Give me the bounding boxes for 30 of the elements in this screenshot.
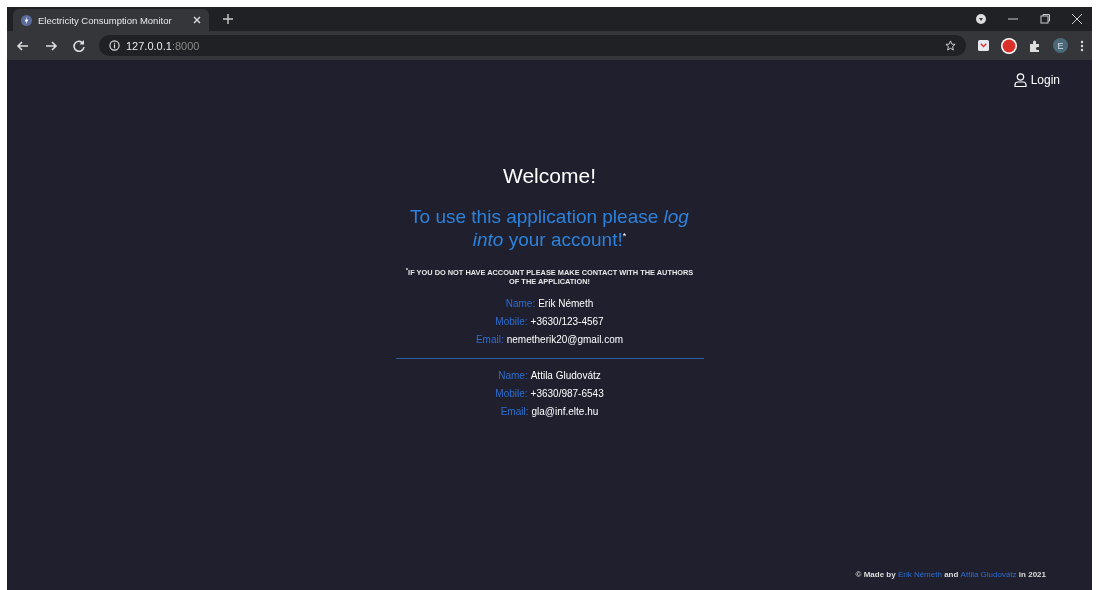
record-icon[interactable] bbox=[976, 14, 986, 24]
contact-value: Erik Németh bbox=[538, 297, 594, 309]
login-prompt: To use this application please log into your account!$^{*}$ bbox=[409, 206, 690, 252]
user-icon bbox=[1013, 73, 1027, 87]
close-icon[interactable] bbox=[1072, 14, 1082, 24]
reload-icon[interactable] bbox=[71, 37, 87, 54]
contact-label: Email: bbox=[475, 333, 504, 345]
browser-tab[interactable]: Electricity Consumption Monitor bbox=[13, 9, 209, 31]
address-field[interactable]: 127.0.0.1:8000 bbox=[99, 35, 966, 56]
contact-value: +3630/987-6543 bbox=[530, 387, 604, 399]
contact-label: Name: bbox=[505, 297, 536, 309]
contact-value: gla@inf.elte.hu bbox=[531, 405, 599, 417]
close-icon[interactable] bbox=[193, 16, 201, 24]
puzzle-icon[interactable] bbox=[1029, 39, 1041, 52]
info-icon bbox=[109, 40, 120, 51]
bolt-icon bbox=[21, 14, 32, 26]
footer-credits: © Made by Erik Németh and Attila Gludovátz in 2021 bbox=[855, 570, 1046, 579]
star-icon[interactable] bbox=[945, 40, 956, 51]
restore-icon[interactable] bbox=[1040, 14, 1050, 24]
contact-label: Mobile: bbox=[495, 315, 528, 327]
welcome-title: Welcome! bbox=[503, 164, 596, 188]
contact-label: Email: bbox=[500, 405, 529, 417]
menu-icon[interactable] bbox=[1080, 39, 1084, 52]
profile-avatar[interactable]: E bbox=[1053, 38, 1068, 53]
contact-value: nemetherik20@gmail.com bbox=[506, 333, 624, 345]
login-button[interactable]: Login bbox=[1007, 72, 1066, 88]
contact-label: Mobile: bbox=[495, 387, 528, 399]
contact-label: Name: bbox=[498, 369, 528, 381]
contact-value: +3630/123-4567 bbox=[530, 315, 604, 327]
contact-value: Attila Gludovátz bbox=[530, 369, 601, 381]
